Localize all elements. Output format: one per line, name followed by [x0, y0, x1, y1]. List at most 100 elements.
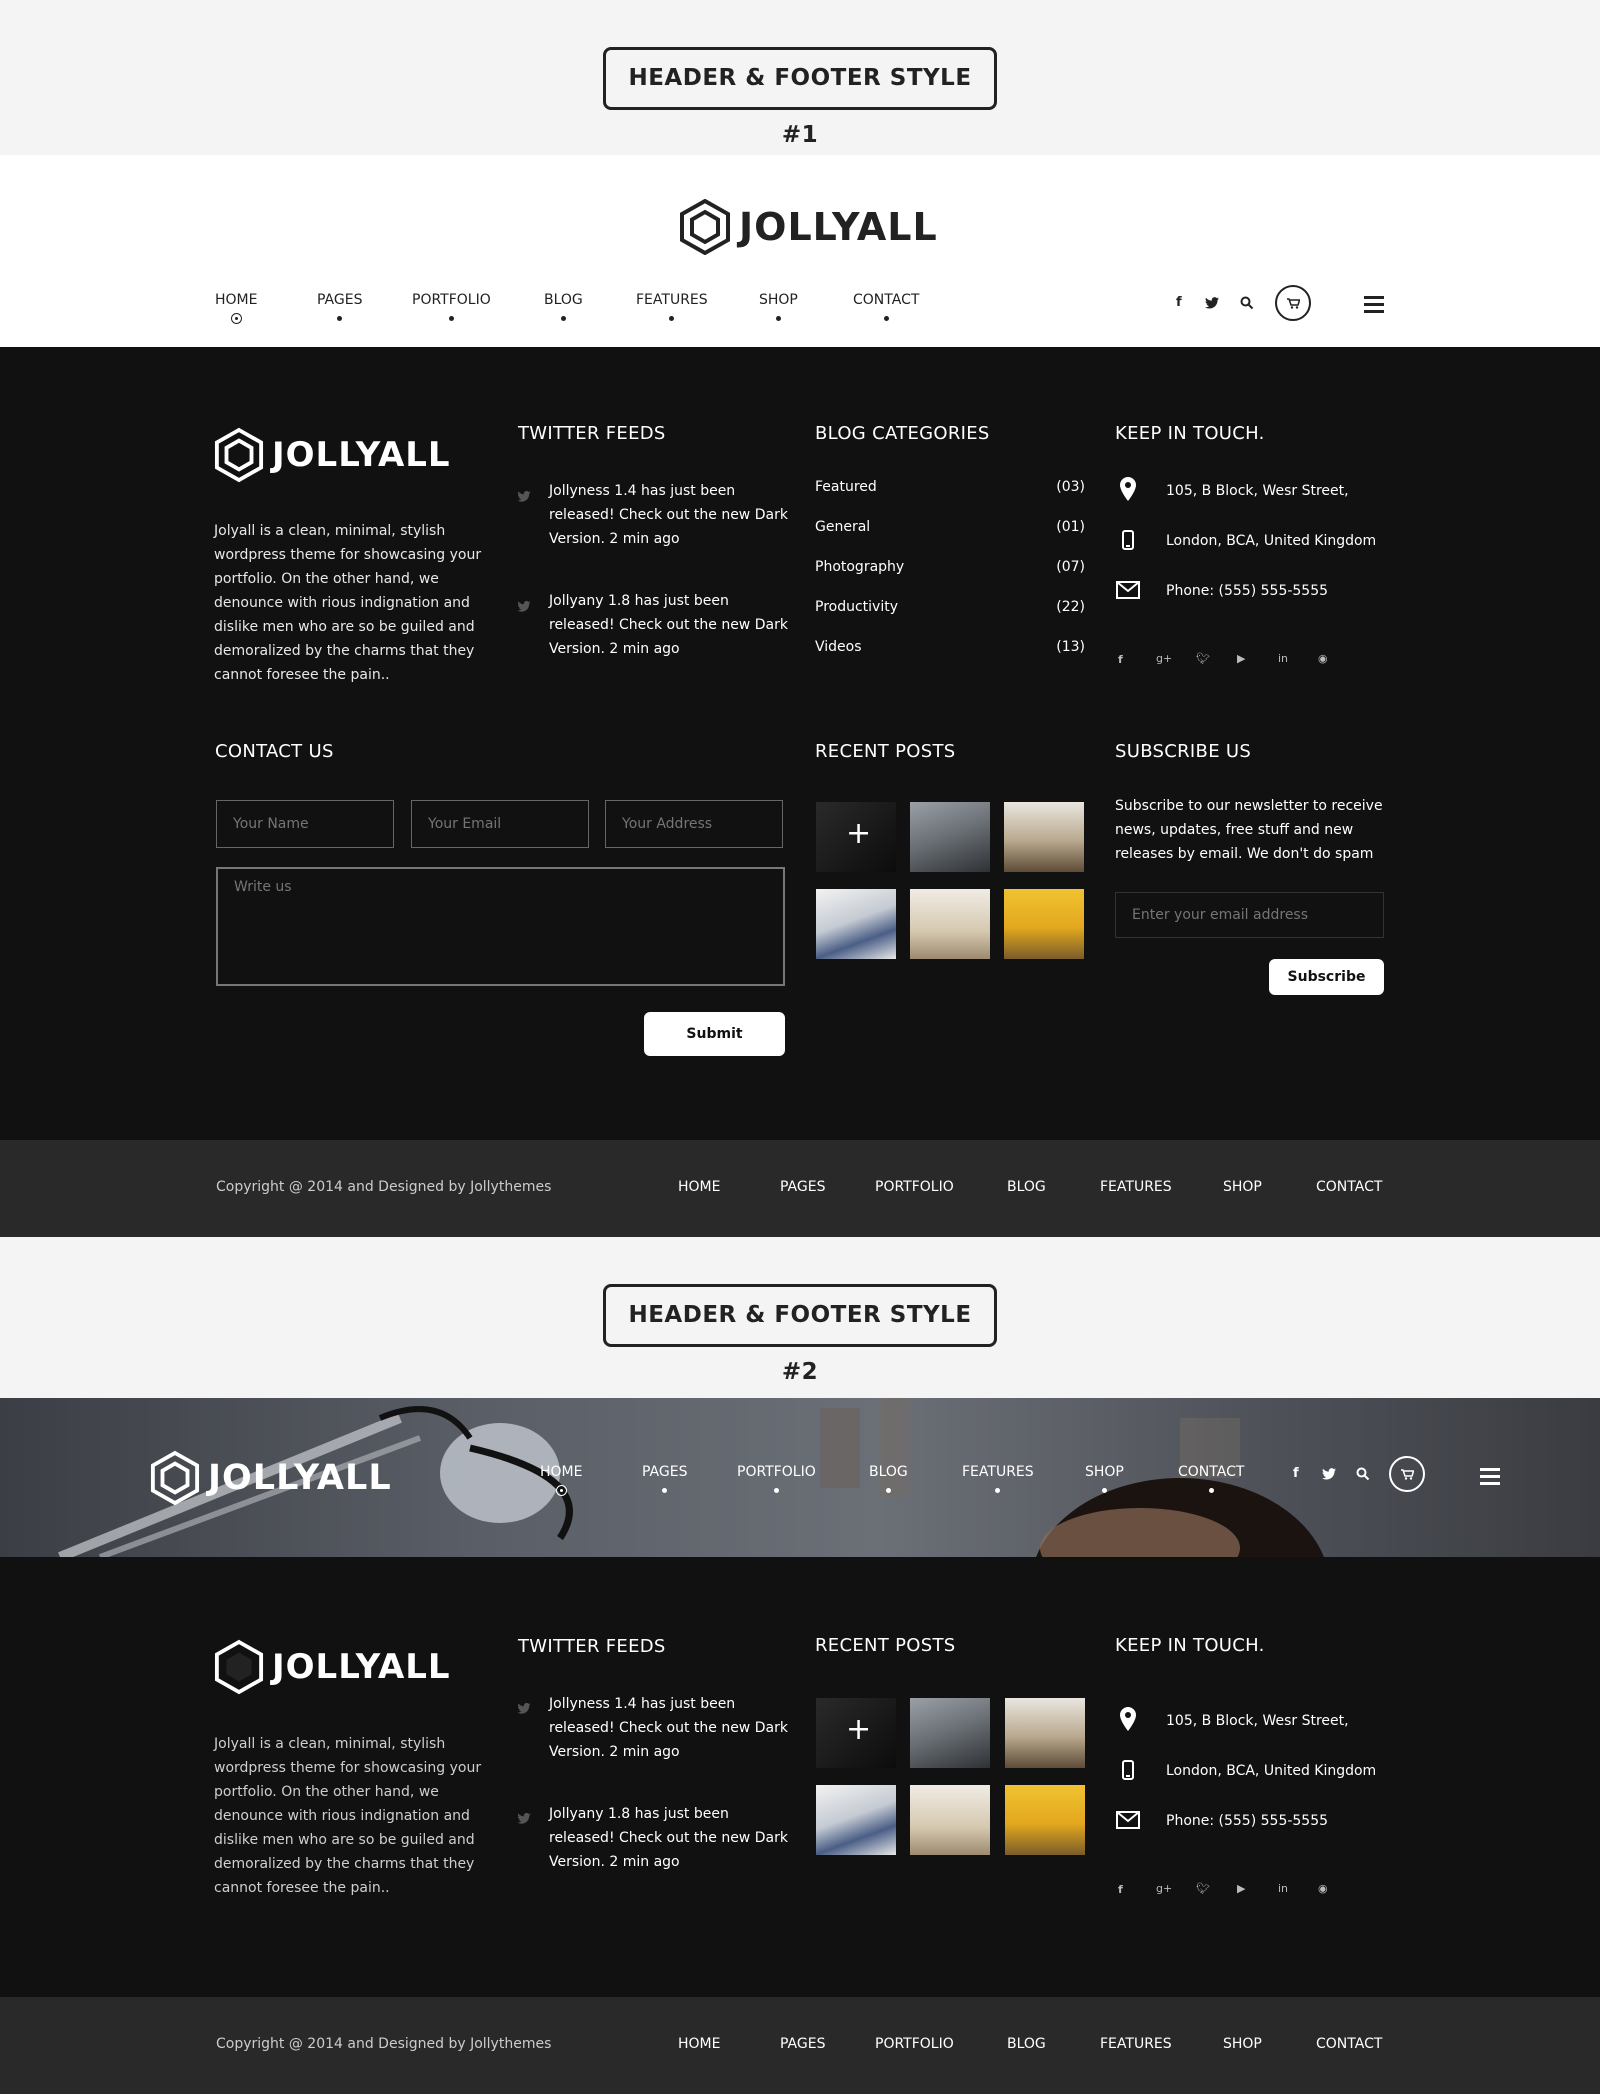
- nav-contact[interactable]: CONTACT: [1178, 1464, 1244, 1493]
- nav-home[interactable]: HOME: [215, 292, 257, 324]
- dribbble-icon[interactable]: ◉: [1318, 652, 1328, 665]
- category-general[interactable]: General: [815, 519, 870, 535]
- footer-logo[interactable]: JOLLYALL: [214, 427, 451, 483]
- style-badge-1: HEADER & FOOTER STYLE #1: [603, 47, 997, 148]
- email-input[interactable]: [411, 800, 589, 848]
- nav-shop[interactable]: SHOP: [1085, 1464, 1124, 1493]
- recent-post-thumb[interactable]: [910, 1785, 990, 1855]
- nav-features[interactable]: FEATURES: [962, 1464, 1034, 1493]
- category-photography[interactable]: Photography: [815, 559, 904, 575]
- category-productivity[interactable]: Productivity: [815, 599, 898, 615]
- recent-post-thumb[interactable]: [1004, 889, 1084, 959]
- dot-icon: [1208, 1488, 1214, 1493]
- nav-blog[interactable]: BLOG: [869, 1464, 908, 1493]
- subscribe-button[interactable]: Subscribe: [1269, 959, 1384, 995]
- google-plus-icon[interactable]: g+: [1156, 652, 1172, 665]
- footer-nav-contact[interactable]: CONTACT: [1316, 2036, 1382, 2052]
- logo[interactable]: JOLLYALL: [150, 1450, 392, 1506]
- nav-contact[interactable]: CONTACT: [853, 292, 919, 321]
- footer-logo-text: JOLLYALL: [272, 435, 451, 475]
- nav-contact-label: CONTACT: [1178, 1464, 1245, 1480]
- menu-icon[interactable]: [1480, 1468, 1500, 1489]
- footer-nav-home[interactable]: HOME: [678, 2036, 720, 2052]
- twitter-icon[interactable]: [1322, 1468, 1336, 1480]
- copyright-text: Copyright @ 2014 and Designed by Jollyth…: [216, 1179, 552, 1195]
- header-style-2: JOLLYALL HOME PAGES PORTFOLIO BLOG FEATU…: [0, 1398, 1600, 1557]
- footer-nav-contact[interactable]: CONTACT: [1316, 1179, 1382, 1195]
- recent-post-thumb[interactable]: [910, 1698, 990, 1768]
- google-plus-icon[interactable]: g+: [1156, 1882, 1172, 1895]
- search-icon[interactable]: [1356, 1467, 1370, 1481]
- facebook-icon[interactable]: f: [1118, 1883, 1123, 1896]
- recent-post-thumb[interactable]: [910, 802, 990, 872]
- footer-nav-blog[interactable]: BLOG: [1007, 2036, 1046, 2052]
- cart-icon: [1401, 1469, 1414, 1480]
- linkedin-icon[interactable]: in: [1278, 1882, 1288, 1895]
- submit-button[interactable]: Submit: [644, 1012, 785, 1056]
- youtube-icon[interactable]: ▶: [1237, 1882, 1245, 1895]
- footer-nav-shop[interactable]: SHOP: [1223, 2036, 1262, 2052]
- cart-button[interactable]: [1275, 285, 1311, 321]
- facebook-icon[interactable]: f: [1293, 1466, 1299, 1481]
- facebook-icon[interactable]: f: [1176, 295, 1182, 310]
- recent-post-thumb[interactable]: [816, 889, 896, 959]
- search-icon[interactable]: [1240, 296, 1254, 310]
- footer-nav-pages[interactable]: PAGES: [780, 2036, 825, 2052]
- message-textarea[interactable]: [216, 867, 785, 986]
- footer-nav-home[interactable]: HOME: [678, 1179, 720, 1195]
- dribbble-icon[interactable]: ◉: [1318, 1882, 1328, 1895]
- copyright-text: Copyright @ 2014 and Designed by Jollyth…: [216, 2036, 552, 2052]
- footer-nav-features[interactable]: FEATURES: [1100, 2036, 1172, 2052]
- envelope-icon: [1116, 581, 1140, 599]
- logo-text: JOLLYALL: [208, 1458, 392, 1498]
- nav-portfolio[interactable]: PORTFOLIO: [412, 292, 491, 321]
- menu-icon[interactable]: [1364, 296, 1384, 317]
- footer-nav-pages[interactable]: PAGES: [780, 1179, 825, 1195]
- dot-icon: [773, 1488, 779, 1493]
- logo-text: JOLLYALL: [739, 205, 938, 249]
- footer-nav-portfolio[interactable]: PORTFOLIO: [875, 2036, 954, 2052]
- footer-nav-features[interactable]: FEATURES: [1100, 1179, 1172, 1195]
- nav-pages[interactable]: PAGES: [317, 292, 362, 321]
- twitter-feeds-title: TWITTER FEEDS: [518, 1636, 666, 1657]
- address-input[interactable]: [605, 800, 783, 848]
- recent-posts-title: RECENT POSTS: [815, 1635, 956, 1656]
- nav-shop[interactable]: SHOP: [759, 292, 798, 321]
- nav-home[interactable]: HOME: [540, 1464, 582, 1496]
- recent-post-thumb[interactable]: [816, 1785, 896, 1855]
- recent-post-thumb[interactable]: +: [816, 1698, 896, 1768]
- footer-nav-shop[interactable]: SHOP: [1223, 1179, 1262, 1195]
- hexagon-logo-icon: [214, 427, 264, 483]
- footer-logo[interactable]: JOLLYALL: [214, 1639, 451, 1695]
- footer-nav-portfolio[interactable]: PORTFOLIO: [875, 1179, 954, 1195]
- recent-post-thumb[interactable]: [910, 889, 990, 959]
- active-indicator-icon: [230, 313, 242, 324]
- linkedin-icon[interactable]: in: [1278, 652, 1288, 665]
- nav-pages[interactable]: PAGES: [642, 1464, 687, 1493]
- twitter-icon[interactable]: 🐦︎: [1196, 1882, 1210, 1895]
- category-featured[interactable]: Featured: [815, 479, 877, 495]
- twitter-icon: [517, 1813, 531, 1824]
- nav-blog[interactable]: BLOG: [544, 292, 583, 321]
- recent-post-thumb[interactable]: +: [816, 802, 896, 872]
- twitter-icon[interactable]: [1205, 297, 1219, 309]
- twitter-icon[interactable]: 🐦︎: [1196, 652, 1210, 665]
- facebook-icon[interactable]: f: [1118, 653, 1123, 666]
- logo[interactable]: JOLLYALL: [679, 199, 938, 255]
- footer-nav-blog[interactable]: BLOG: [1007, 1179, 1046, 1195]
- cart-button[interactable]: [1389, 1456, 1425, 1492]
- header-style-1: JOLLYALL HOME PAGES PORTFOLIO BLOG FEATU…: [0, 155, 1600, 347]
- youtube-icon[interactable]: ▶: [1237, 652, 1245, 665]
- nav-portfolio[interactable]: PORTFOLIO: [737, 1464, 816, 1493]
- nav-pages-label: PAGES: [317, 292, 363, 308]
- recent-post-thumb[interactable]: [1005, 1785, 1085, 1855]
- recent-post-thumb[interactable]: [1004, 802, 1084, 872]
- category-videos[interactable]: Videos: [815, 639, 862, 655]
- name-input[interactable]: [216, 800, 394, 848]
- mobile-phone-icon: [1122, 530, 1134, 550]
- recent-post-thumb[interactable]: [1005, 1698, 1085, 1768]
- nav-features[interactable]: FEATURES: [636, 292, 708, 321]
- newsletter-email-input[interactable]: [1115, 892, 1384, 938]
- category-count: (22): [1056, 599, 1085, 615]
- subscribe-title: SUBSCRIBE US: [1115, 741, 1252, 762]
